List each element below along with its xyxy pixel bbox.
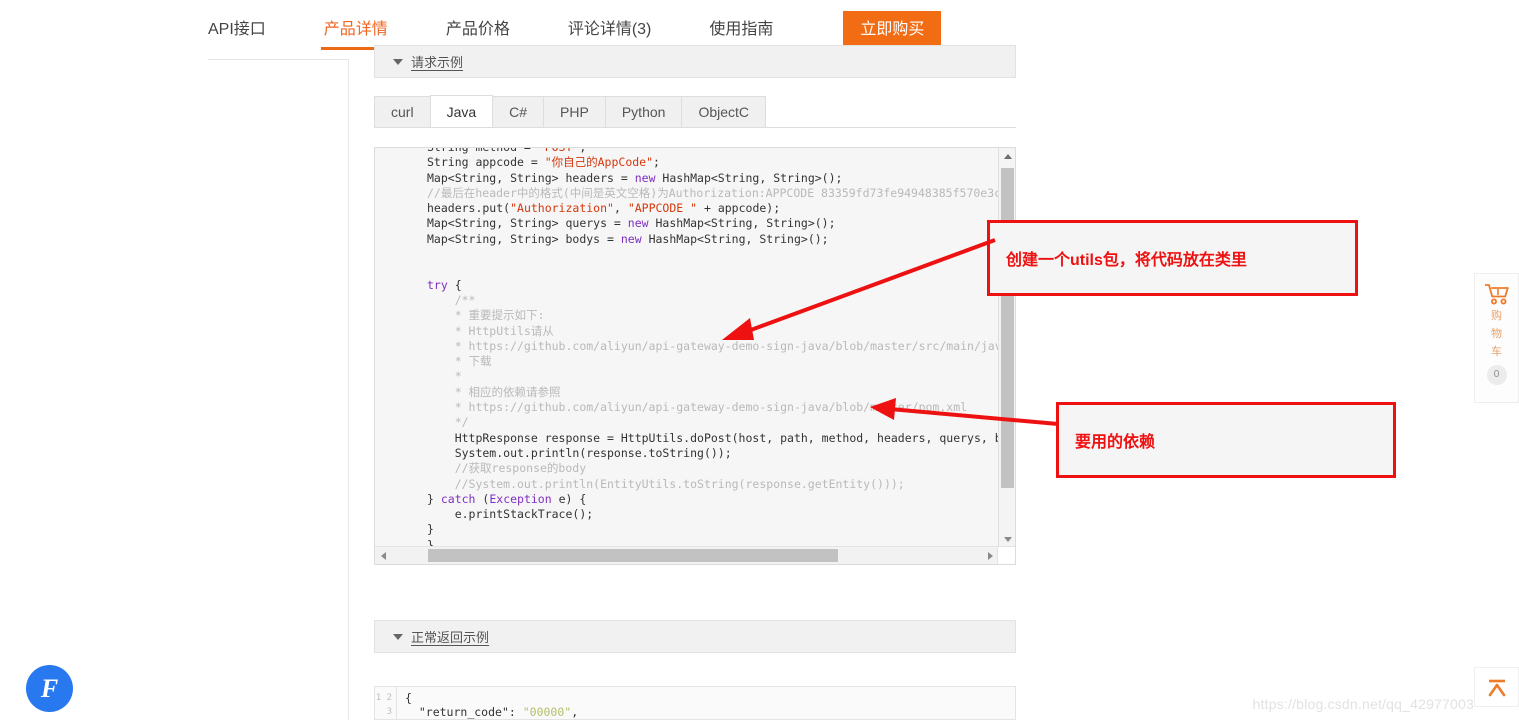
cart-label-char-3: 车 bbox=[1491, 346, 1502, 358]
tab-java[interactable]: Java bbox=[429, 95, 494, 127]
caret-down-icon bbox=[393, 58, 403, 65]
json-line-numbers: 1 2 3 bbox=[375, 687, 397, 719]
json-content[interactable]: { "return_code": "00000", bbox=[405, 691, 578, 719]
scrollbar-corner bbox=[997, 546, 1015, 564]
tab-csharp[interactable]: C# bbox=[492, 96, 545, 127]
shopping-cart-widget[interactable]: 购 物 车 0 bbox=[1474, 273, 1519, 403]
tab-python[interactable]: Python bbox=[604, 96, 683, 127]
code-vertical-scrollbar[interactable] bbox=[998, 148, 1015, 548]
section-header-request-example[interactable]: 请求示例 bbox=[374, 45, 1016, 78]
tab-php[interactable]: PHP bbox=[543, 96, 606, 127]
annotation-text-utils-package: 创建一个utils包，将代码放在类里 bbox=[1006, 252, 1247, 269]
section-header-normal-return[interactable]: 正常返回示例 bbox=[374, 620, 1016, 653]
nav-item-api[interactable]: API接口 bbox=[208, 0, 266, 60]
logo-letter: F bbox=[40, 673, 59, 703]
vertical-scroll-thumb[interactable] bbox=[1001, 168, 1014, 488]
json-result-box: 1 2 3 { "return_code": "00000", bbox=[374, 686, 1016, 720]
section-title-request-example: 请求示例 bbox=[411, 55, 464, 70]
annotation-box-utils-package: 创建一个utils包，将代码放在类里 bbox=[987, 220, 1358, 296]
cart-label-char-1: 购 bbox=[1491, 310, 1502, 322]
code-sample-box: String method = "POST"; String appcode =… bbox=[374, 147, 1016, 565]
scroll-left-arrow-icon[interactable] bbox=[375, 547, 392, 564]
cart-item-count-badge: 0 bbox=[1486, 365, 1507, 385]
scroll-up-arrow-icon[interactable] bbox=[999, 148, 1015, 165]
watermark-url: https://blog.csdn.net/qq_42977003 bbox=[1252, 696, 1474, 712]
tab-curl[interactable]: curl bbox=[374, 96, 431, 127]
cart-label-char-2: 物 bbox=[1491, 328, 1502, 340]
caret-down-icon-2 bbox=[393, 633, 403, 640]
back-to-top-button[interactable] bbox=[1474, 667, 1519, 707]
language-tabs: curl Java C# PHP Python ObjectC bbox=[374, 95, 1016, 128]
shopping-cart-icon bbox=[1484, 284, 1509, 305]
page-root: API接口 产品详情 产品价格 评论详情(3) 使用指南 立即购买 请求示例 c… bbox=[0, 0, 1519, 720]
horizontal-scroll-thumb[interactable] bbox=[428, 549, 838, 562]
code-viewport: String method = "POST"; String appcode =… bbox=[375, 148, 999, 548]
buy-now-button[interactable]: 立即购买 bbox=[843, 11, 942, 49]
code-horizontal-scrollbar[interactable] bbox=[375, 546, 999, 564]
section-title-normal-return: 正常返回示例 bbox=[411, 630, 490, 645]
tab-objectc[interactable]: ObjectC bbox=[681, 96, 767, 127]
code-content[interactable]: String method = "POST"; String appcode =… bbox=[375, 148, 999, 548]
annotation-text-dependency: 要用的依赖 bbox=[1075, 434, 1156, 451]
nav-underline bbox=[208, 59, 348, 60]
back-to-top-icon bbox=[1488, 679, 1505, 697]
content-left-divider bbox=[348, 59, 349, 720]
site-logo[interactable]: F bbox=[26, 665, 73, 712]
annotation-box-dependency: 要用的依赖 bbox=[1056, 402, 1396, 478]
